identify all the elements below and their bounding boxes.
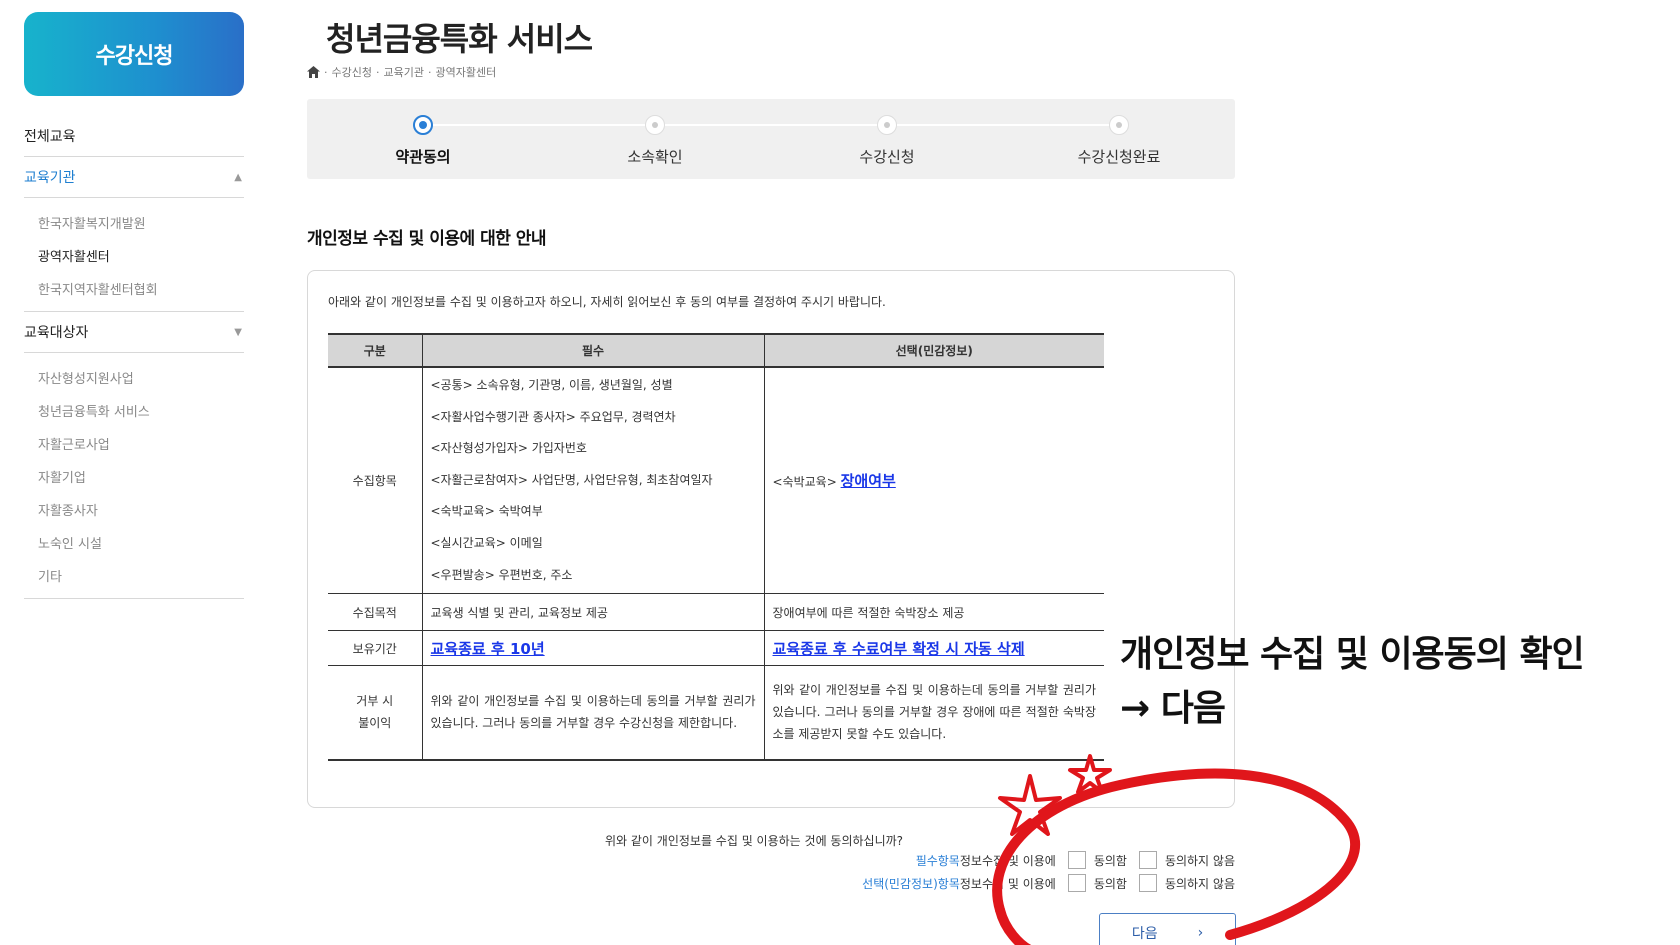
list-item: <우편발송> 우편번호, 주소 bbox=[430, 567, 573, 582]
table-row: 보유기간 교육종료 후 10년 교육종료 후 수료여부 확정 시 자동 삭제 bbox=[328, 630, 1104, 667]
chevron-right-icon: › bbox=[1197, 925, 1204, 941]
consent-question: 위와 같이 개인정보를 수집 및 이용하는 것에 동의하십니까? bbox=[605, 834, 904, 848]
column-header: 선택(민감정보) bbox=[763, 333, 1104, 368]
sidebar-item[interactable]: 자활종사자 bbox=[38, 495, 244, 528]
table-row: 거부 시불이익 위와 같이 개인정보를 수집 및 이용하는데 동의를 거부할 권… bbox=[328, 665, 1104, 761]
menu-all-education[interactable]: 전체교육 bbox=[24, 116, 244, 157]
section-title: 개인정보 수집 및 이용에 대한 안내 bbox=[307, 229, 547, 249]
privacy-table: 구분 필수 선택(민감정보) 수집항목 <공통> 소속유형, 기관명, 이름, … bbox=[328, 333, 1104, 761]
table-row: 수집목적 교육생 식별 및 관리, 교육정보 제공 장애여부에 따른 적절한 숙… bbox=[328, 593, 1104, 632]
intro-text: 아래와 같이 개인정보를 수집 및 이용하고자 하오니, 자세히 읽어보신 후 … bbox=[328, 295, 886, 309]
sidebar-item[interactable]: 노숙인 시설 bbox=[38, 528, 244, 561]
step-label: 수강신청 bbox=[859, 148, 915, 166]
sidebar-item-local-association[interactable]: 한국지역자활센터협회 bbox=[38, 274, 244, 307]
consent-row-required: 필수항목 정보수집 및 이용에 동의함 동의하지 않음 bbox=[916, 851, 1235, 869]
refuse-required-cell: 위와 같이 개인정보를 수집 및 이용하는데 동의를 거부할 권리가 있습니다.… bbox=[421, 665, 764, 761]
list-item: <실시간교육> 이메일 bbox=[430, 535, 543, 550]
submenu-target-audience: 자산형성지원사업 청년금융특화 서비스 자활근로사업 자활기업 자활종사자 노숙… bbox=[24, 353, 244, 599]
agree-optional-checkbox[interactable] bbox=[1067, 874, 1086, 892]
row-label-line: 불이익 bbox=[358, 716, 392, 731]
sidebar: 수강신청 전체교육 교육기관 ▲ 한국자활복지개발원 광역자활센터 한국지역자활… bbox=[24, 12, 244, 599]
retention-optional-cell: 교육종료 후 수료여부 확정 시 자동 삭제 bbox=[763, 630, 1104, 667]
agree-required-checkbox[interactable] bbox=[1067, 851, 1086, 869]
triangle-up-icon: ▲ bbox=[234, 171, 242, 183]
purpose-optional-cell: 장애여부에 따른 적절한 숙박장소 제공 bbox=[763, 593, 1104, 632]
consent-text: 정보수집 및 이용에 bbox=[959, 876, 1056, 891]
list-item: <자활근로참여자> 사업단명, 사업단유형, 최초참여일자 bbox=[430, 472, 713, 487]
breadcrumb: · 수강신청 · 교육기관 · 광역자활센터 bbox=[307, 64, 496, 80]
retention-required-cell: 교육종료 후 10년 bbox=[421, 630, 764, 667]
annotation-text: 개인정보 수집 및 이용동의 확인 → 다음 bbox=[1120, 628, 1585, 736]
column-header: 구분 bbox=[328, 333, 422, 368]
consent-row-optional: 선택(민감정보)항목 정보수집 및 이용에 동의함 동의하지 않음 bbox=[862, 874, 1235, 892]
row-label: 보유기간 bbox=[328, 630, 422, 667]
sidebar-item-regional-center[interactable]: 광역자활센터 bbox=[38, 241, 244, 274]
menu-label: 교육기관 bbox=[24, 170, 76, 186]
collect-optional-prefix: <숙박교육> bbox=[772, 475, 841, 490]
disagree-required-checkbox[interactable] bbox=[1138, 851, 1157, 869]
breadcrumb-item[interactable]: 교육기관 bbox=[383, 64, 423, 80]
purpose-required-cell: 교육생 식별 및 관리, 교육정보 제공 bbox=[421, 593, 764, 632]
next-button-label: 다음 bbox=[1131, 926, 1158, 942]
red-circle-annotation-tail bbox=[995, 905, 1032, 945]
list-item: <공통> 소속유형, 기관명, 이름, 생년월일, 성별 bbox=[430, 378, 673, 392]
step-dot-icon bbox=[645, 115, 665, 135]
consent-category: 필수항목 bbox=[915, 853, 960, 868]
table-row: 수집항목 <공통> 소속유형, 기관명, 이름, 생년월일, 성별 <자활사업수… bbox=[328, 367, 1104, 595]
home-icon[interactable] bbox=[307, 66, 320, 78]
step-label: 수강신청완료 bbox=[1077, 148, 1161, 166]
refuse-optional-cell: 위와 같이 개인정보를 수집 및 이용하는데 동의를 거부할 권리가 있습니다.… bbox=[763, 665, 1104, 761]
breadcrumb-item[interactable]: 수강신청 bbox=[332, 64, 372, 80]
agree-label: 동의함 bbox=[1093, 876, 1127, 891]
consent-text: 정보수집 및 이용에 bbox=[959, 853, 1056, 868]
menu-label: 교육대상자 bbox=[24, 325, 89, 341]
enroll-button[interactable]: 수강신청 bbox=[24, 12, 244, 96]
menu-target-audience[interactable]: 교육대상자 ▼ bbox=[24, 312, 244, 353]
list-item: <자산형성가입자> 가입자번호 bbox=[430, 441, 587, 456]
step-label: 소속확인 bbox=[627, 148, 683, 166]
disagree-label: 동의하지 않음 bbox=[1164, 876, 1235, 891]
sidebar-item[interactable]: 기타 bbox=[38, 561, 244, 594]
sidebar-item[interactable]: 청년금융특화 서비스 bbox=[38, 396, 244, 429]
sidebar-item[interactable]: 자활기업 bbox=[38, 462, 244, 495]
breadcrumb-item[interactable]: 광역자활센터 bbox=[435, 64, 496, 80]
sidebar-menu: 전체교육 교육기관 ▲ 한국자활복지개발원 광역자활센터 한국지역자활센터협회 … bbox=[24, 116, 244, 599]
next-button[interactable]: 다음 › bbox=[1099, 913, 1236, 945]
disagree-label: 동의하지 않음 bbox=[1164, 853, 1235, 868]
row-label: 수집항목 bbox=[328, 367, 422, 595]
list-item: <자활사업수행기관 종사자> 주요업무, 경력연차 bbox=[430, 409, 676, 424]
sidebar-item[interactable]: 자활근로사업 bbox=[38, 429, 244, 462]
steps-line bbox=[423, 124, 1119, 126]
page-title: 청년금융특화 서비스 bbox=[326, 20, 593, 58]
step-dot-icon bbox=[1109, 115, 1129, 135]
annotation-line: → 다음 bbox=[1120, 688, 1226, 729]
retention-required-text: 교육종료 후 10년 bbox=[430, 639, 545, 658]
triangle-down-icon: ▼ bbox=[234, 326, 242, 338]
table-header-row: 구분 필수 선택(민감정보) bbox=[328, 333, 1104, 368]
step-dot-icon bbox=[877, 115, 897, 135]
disability-status-text: 장애여부 bbox=[840, 472, 896, 491]
privacy-info-box: 아래와 같이 개인정보를 수집 및 이용하고자 하오니, 자세히 읽어보신 후 … bbox=[307, 270, 1235, 808]
submenu-institutions: 한국자활복지개발원 광역자활센터 한국지역자활센터협회 bbox=[24, 198, 244, 312]
agree-label: 동의함 bbox=[1093, 853, 1127, 868]
retention-optional-text: 교육종료 후 수료여부 확정 시 자동 삭제 bbox=[772, 639, 1025, 658]
annotation-line: 개인정보 수집 및 이용동의 확인 bbox=[1120, 634, 1585, 675]
sidebar-item-kdsw[interactable]: 한국자활복지개발원 bbox=[38, 208, 244, 241]
consent-category: 선택(민감정보)항목 bbox=[862, 876, 960, 891]
step-label: 약관동의 bbox=[395, 148, 451, 166]
disagree-optional-checkbox[interactable] bbox=[1138, 874, 1157, 892]
row-label: 수집목적 bbox=[328, 593, 422, 632]
collect-optional-cell: <숙박교육> 장애여부 bbox=[763, 367, 1104, 595]
progress-steps: 약관동의 소속확인 수강신청 수강신청완료 bbox=[307, 99, 1235, 179]
menu-institutions[interactable]: 교육기관 ▲ bbox=[24, 157, 244, 198]
list-item: <숙박교육> 숙박여부 bbox=[430, 504, 543, 519]
row-label: 거부 시불이익 bbox=[328, 665, 422, 761]
step-dot-current-icon bbox=[413, 115, 433, 135]
menu-label: 전체교육 bbox=[24, 129, 76, 145]
row-label-line: 거부 시 bbox=[356, 694, 394, 709]
sidebar-item[interactable]: 자산형성지원사업 bbox=[38, 363, 244, 396]
column-header: 필수 bbox=[421, 333, 764, 368]
collect-required-cell: <공통> 소속유형, 기관명, 이름, 생년월일, 성별 <자활사업수행기관 종… bbox=[421, 367, 764, 595]
